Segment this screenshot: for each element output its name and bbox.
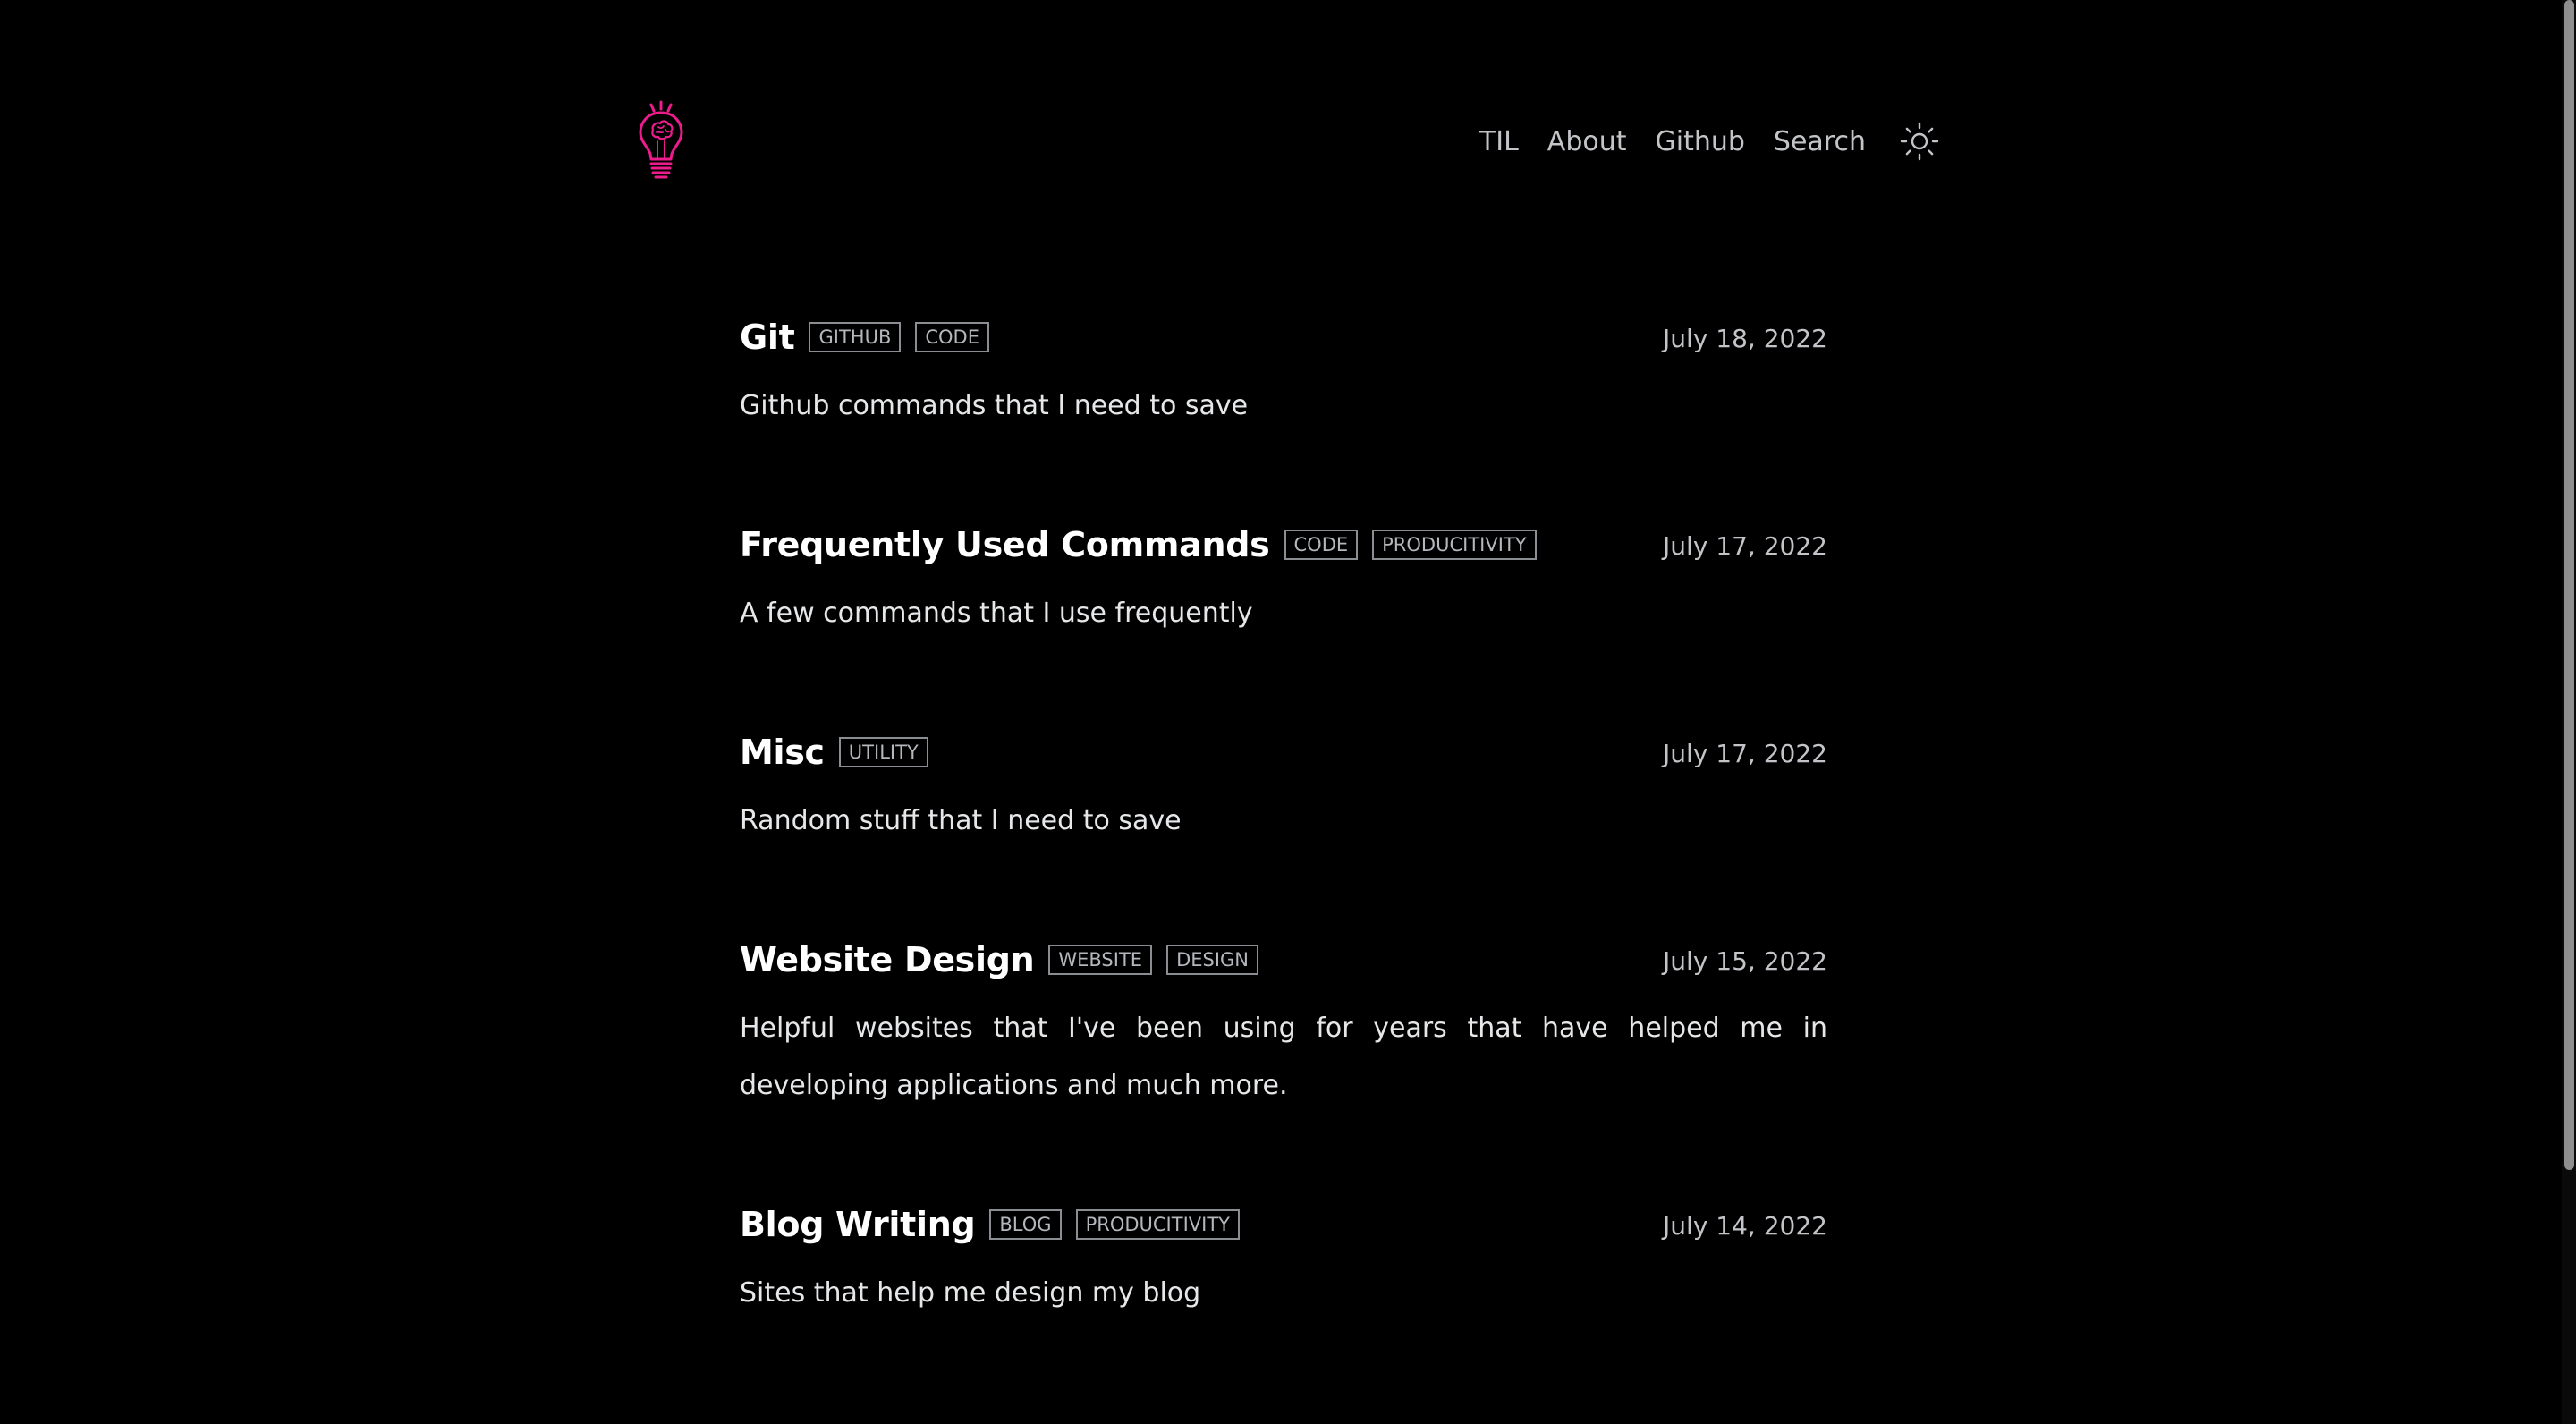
post-date: July 17, 2022 [1663, 531, 1827, 561]
tag-badge[interactable]: PRODUCITIVITY [1075, 1209, 1240, 1240]
nav-about-link[interactable]: About [1547, 126, 1627, 157]
lightbulb-brain-icon[interactable] [633, 100, 689, 182]
post-date: July 14, 2022 [1663, 1211, 1827, 1241]
post-date: July 15, 2022 [1663, 946, 1827, 976]
tag-badge[interactable]: PRODUCITIVITY [1372, 530, 1537, 560]
nav-til-link[interactable]: TIL [1479, 126, 1519, 157]
tag-badge[interactable]: CODE [1284, 530, 1359, 560]
page-scrollbar[interactable] [2562, 0, 2576, 1424]
post-description: Helpful websites that I've been using fo… [740, 1013, 1827, 1101]
post-item: Website Design WEBSITE DESIGN July 15, 2… [740, 936, 1827, 1141]
post-title-link[interactable]: Git [740, 318, 795, 357]
post-description: Random stuff that I need to save [740, 805, 1182, 836]
main-nav: TIL About Github Search [1479, 118, 1941, 165]
post-item: Frequently Used Commands CODE PRODUCITIV… [740, 521, 1827, 669]
post-title-link[interactable]: Blog Writing [740, 1205, 976, 1244]
post-description: A few commands that I use frequently [740, 598, 1253, 629]
nav-search-link[interactable]: Search [1774, 126, 1866, 157]
post-item: Blog Writing BLOG PRODUCITIVITY July 14,… [740, 1200, 1827, 1349]
tag-badge[interactable]: BLOG [989, 1209, 1062, 1240]
tag-badge[interactable]: DESIGN [1166, 945, 1259, 975]
post-description: Github commands that I need to save [740, 390, 1249, 421]
tag-badge[interactable]: GITHUB [809, 322, 902, 352]
post-title-link[interactable]: Website Design [740, 940, 1035, 979]
page: TIL About Github Search Git GITHUB CODE … [0, 0, 2576, 1424]
post-title-link[interactable]: Frequently Used Commands [740, 525, 1270, 564]
post-item: Git GITHUB CODE July 18, 2022 Github com… [740, 313, 1827, 462]
post-title-link[interactable]: Misc [740, 733, 825, 772]
post-date: July 18, 2022 [1663, 324, 1827, 353]
scrollbar-thumb[interactable] [2564, 0, 2574, 1170]
tag-badge[interactable]: UTILITY [838, 737, 928, 767]
tag-badge[interactable]: CODE [915, 322, 989, 352]
sun-icon [1900, 122, 1939, 161]
tag-badge[interactable]: WEBSITE [1048, 945, 1153, 975]
theme-toggle-button[interactable] [1898, 120, 1941, 163]
nav-github-link[interactable]: Github [1656, 126, 1745, 157]
post-item: Misc UTILITY July 17, 2022 Random stuff … [740, 728, 1827, 877]
post-description: Sites that help me design my blog [740, 1277, 1201, 1309]
post-date: July 17, 2022 [1663, 739, 1827, 768]
